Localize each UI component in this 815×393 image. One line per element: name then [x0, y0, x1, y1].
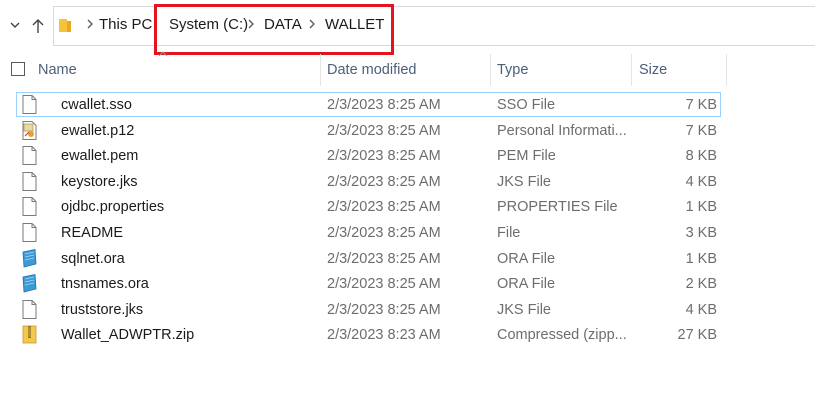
file-name: ewallet.pem — [61, 148, 139, 164]
file-size: 7 KB — [685, 123, 717, 139]
column-header-date[interactable]: Date modified — [327, 61, 416, 79]
column-divider[interactable] — [320, 54, 321, 86]
folder-icon — [59, 19, 71, 32]
file-type: PROPERTIES File — [497, 199, 618, 215]
ora-file-icon — [22, 274, 37, 293]
file-type: Personal Informati... — [497, 123, 627, 139]
file-name: README — [61, 225, 124, 241]
breadcrumb-this-pc[interactable]: This PC — [99, 16, 152, 34]
document-icon — [22, 172, 37, 191]
file-type: ORA File — [497, 251, 556, 267]
file-type: Compressed (zipp... — [497, 327, 627, 343]
file-size: 7 KB — [685, 97, 717, 113]
address-bar-area: This PC System (C:) DATA WALLET — [0, 0, 815, 52]
file-name: ojdbc.properties — [61, 199, 165, 215]
file-type: ORA File — [497, 276, 556, 292]
highlight-annotation-box — [154, 4, 394, 55]
file-name: ewallet.p12 — [61, 123, 135, 139]
file-type: PEM File — [497, 148, 556, 164]
file-size: 1 KB — [685, 251, 717, 267]
column-divider[interactable] — [726, 54, 727, 86]
sort-caret-icon — [158, 51, 168, 57]
file-type: JKS File — [497, 302, 551, 318]
file-size: 3 KB — [685, 225, 717, 241]
column-header-size[interactable]: Size — [639, 61, 667, 79]
file-date-modified: 2/3/2023 8:25 AM — [327, 199, 441, 215]
column-header-name[interactable]: Name — [38, 61, 77, 79]
file-name: cwallet.sso — [61, 97, 132, 113]
file-type: JKS File — [497, 174, 551, 190]
file-date-modified: 2/3/2023 8:23 AM — [327, 327, 441, 343]
column-divider[interactable] — [490, 54, 491, 86]
chevron-right-icon[interactable] — [86, 18, 94, 30]
file-name: sqlnet.ora — [61, 251, 125, 267]
document-icon — [22, 223, 37, 242]
file-name: tnsnames.ora — [61, 276, 149, 292]
file-size: 4 KB — [685, 174, 717, 190]
file-date-modified: 2/3/2023 8:25 AM — [327, 302, 441, 318]
document-icon — [22, 146, 37, 165]
file-type: SSO File — [497, 97, 556, 113]
file-type: File — [497, 225, 521, 241]
file-size: 27 KB — [677, 327, 718, 343]
column-header-type[interactable]: Type — [497, 61, 528, 79]
file-size: 2 KB — [685, 276, 717, 292]
chevron-down-icon[interactable] — [8, 18, 22, 32]
document-icon — [22, 197, 37, 216]
zip-folder-icon — [22, 325, 37, 344]
file-name: Wallet_ADWPTR.zip — [61, 327, 195, 343]
file-date-modified: 2/3/2023 8:25 AM — [327, 123, 441, 139]
document-icon — [22, 95, 37, 114]
file-size: 1 KB — [685, 199, 717, 215]
file-size: 8 KB — [685, 148, 717, 164]
file-date-modified: 2/3/2023 8:25 AM — [327, 276, 441, 292]
document-icon — [22, 300, 37, 319]
file-date-modified: 2/3/2023 8:25 AM — [327, 174, 441, 190]
file-size: 4 KB — [685, 302, 717, 318]
file-name: truststore.jks — [61, 302, 144, 318]
file-name: keystore.jks — [61, 174, 138, 190]
file-date-modified: 2/3/2023 8:25 AM — [327, 97, 441, 113]
ora-file-icon — [22, 249, 37, 268]
column-divider[interactable] — [631, 54, 632, 86]
select-all-checkbox[interactable] — [11, 62, 25, 76]
file-date-modified: 2/3/2023 8:25 AM — [327, 251, 441, 267]
file-date-modified: 2/3/2023 8:25 AM — [327, 225, 441, 241]
certificate-icon — [22, 121, 37, 140]
file-date-modified: 2/3/2023 8:25 AM — [327, 148, 441, 164]
up-arrow-icon[interactable] — [30, 17, 46, 35]
